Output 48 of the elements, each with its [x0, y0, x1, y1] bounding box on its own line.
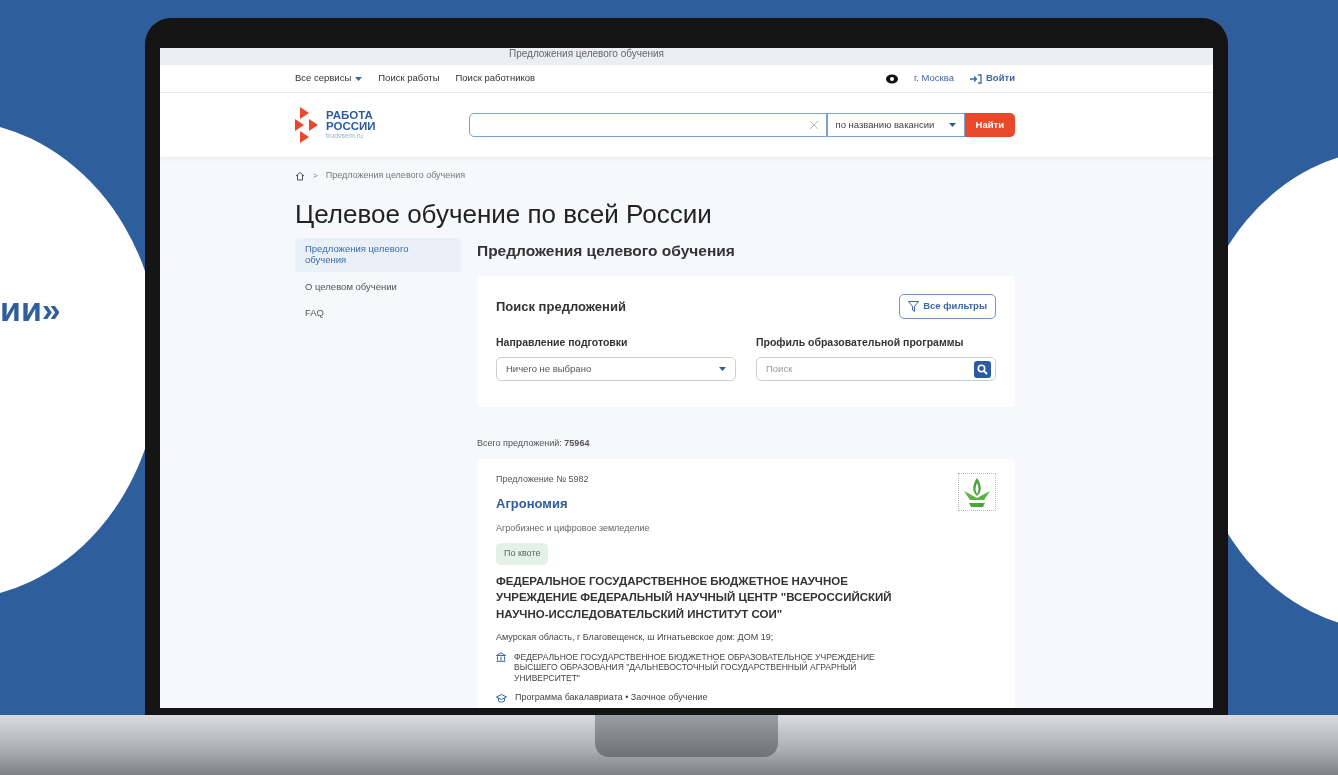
sidebar-item[interactable]: Предложения целевого обучения — [295, 237, 461, 272]
breadcrumb-separator: > — [312, 169, 319, 182]
quota-tag: По квоте — [496, 543, 549, 565]
filter-icon — [908, 300, 920, 312]
tab-title[interactable]: Предложения целевого обучения — [509, 48, 664, 60]
city-link[interactable]: г. Москва — [913, 71, 954, 86]
field-label: Профиль образовательной программы — [756, 334, 965, 350]
nav-link[interactable]: Поиск работы — [378, 71, 440, 86]
filters-button[interactable]: Все фильтры — [899, 294, 996, 319]
total-count: Всего предложений: 75964 — [477, 437, 591, 451]
university-name: ФЕДЕРАЛЬНОЕ ГОСУДАРСТВЕННОЕ БЮДЖЕТНОЕ ОБРАЗОВАТЕЛЬНОЕ УЧРЕЖДЕНИЕ ВЫСШЕГО ОБРАЗОВАНИЯ "ДАЛЬНЕВОСТОЧНЫЙ ГОСУДАРСТВЕННЫЙ АГРАРНЫЙ УНИВЕРСИТЕТ" — [514, 652, 876, 683]
logo-text: РАБОТА — [326, 110, 374, 121]
employer-address: Амурская область, г Благовещенск, ш Игнатьевское дом: ДОМ 19; — [496, 630, 775, 644]
offer-title[interactable]: Агрономия — [496, 494, 650, 514]
sidebar-item[interactable]: FAQ — [295, 302, 461, 326]
breadcrumb-link[interactable]: Предложения целевого обучения — [325, 169, 466, 183]
caret-icon — [948, 123, 956, 127]
employer-name: ФЕДЕРАЛЬНОЕ ГОСУДАРСТВЕННОЕ БЮДЖЕТНОЕ НАУЧНОЕ УЧРЕЖДЕНИЕ ФЕДЕРАЛЬНЫЙ НАУЧНЫЙ ЦЕНТР "ВСЕРОССИЙСКИЙ НАУЧНО-ИССЛЕДОВАТЕЛЬСКИЙ ИНСТИТУТ СОИ" — [496, 573, 893, 623]
graduation-cap-icon — [496, 692, 507, 703]
login-icon — [970, 73, 982, 84]
clear-icon — [809, 121, 818, 129]
logo-icon — [295, 107, 318, 143]
select-field[interactable]: Ничего не выбрано — [496, 357, 736, 382]
field-label: Направление подготовки — [496, 334, 629, 350]
caret-icon — [719, 367, 726, 372]
eye-icon — [885, 73, 898, 84]
login-link[interactable]: Войти — [970, 71, 1015, 86]
home-icon — [295, 170, 305, 181]
program-text: Программа бакалавриата • Заочное обучение — [515, 690, 708, 704]
section-title: Предложения целевого обучения — [477, 241, 736, 261]
logo-text: РОССИИ — [326, 121, 376, 132]
caption-text: ии» — [0, 292, 61, 326]
search-button[interactable] — [974, 360, 991, 378]
search-field-frame[interactable]: Поиск — [756, 357, 996, 382]
search-input[interactable]: Поиск — [766, 362, 970, 377]
nav-link[interactable]: Поиск работников — [455, 71, 536, 86]
sidebar-item[interactable]: О целевом обучении — [295, 275, 461, 299]
search-mode-dropdown[interactable]: по названию вакансии — [826, 113, 965, 137]
panel-title: Поиск предложений — [496, 297, 626, 316]
search-icon — [977, 363, 988, 375]
page-title: Целевое обучение по всей России — [295, 198, 713, 230]
find-button[interactable]: Найти — [964, 113, 1015, 137]
caret-icon — [355, 76, 363, 81]
nav-link[interactable]: Все сервисы — [295, 71, 363, 86]
offer-profile: Агробизнес и цифровое земледелие — [496, 521, 650, 535]
offer-number: Предложение № 5982 — [496, 472, 590, 486]
building-icon — [496, 652, 506, 663]
search-field[interactable] — [468, 113, 827, 137]
